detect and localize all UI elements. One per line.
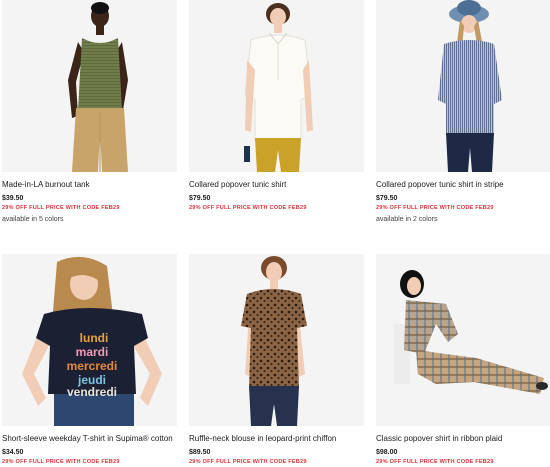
product-price: $79.50	[376, 195, 398, 202]
product-price: $98.00	[376, 449, 398, 456]
product-grid: Made-in-LA burnout tank $39.50 29% OFF F…	[0, 0, 550, 467]
product-image[interactable]	[189, 254, 364, 426]
model-photo: lundi mardi mercredi jeudi vendredi	[2, 254, 177, 426]
product-card[interactable]: Made-in-LA burnout tank $39.50 29% OFF F…	[2, 0, 177, 224]
product-card[interactable]: Ruffle-neck blouse in leopard-print chif…	[189, 254, 364, 466]
product-name[interactable]: Collared popover tunic shirt in stripe	[376, 180, 550, 190]
product-image[interactable]	[189, 0, 364, 172]
promo-text: 29% OFF FULL PRICE WITH CODE FEB29	[2, 205, 120, 211]
promo-text: 29% OFF FULL PRICE WITH CODE FEB29	[189, 459, 307, 465]
product-card[interactable]: Classic popover shirt in ribbon plaid $9…	[376, 254, 550, 466]
product-image[interactable]	[376, 0, 550, 172]
tee-word: mercredi	[67, 359, 118, 373]
model-photo	[189, 0, 364, 172]
product-name[interactable]: Classic popover shirt in ribbon plaid	[376, 434, 550, 444]
tee-word: vendredi	[67, 385, 117, 399]
product-card[interactable]: Collared popover tunic shirt in stripe $…	[376, 0, 550, 224]
color-availability[interactable]: available in 5 colors	[2, 215, 177, 224]
color-availability[interactable]: available in 2 colors	[376, 215, 550, 224]
model-photo	[376, 0, 550, 172]
product-image[interactable]: lundi mardi mercredi jeudi vendredi	[2, 254, 177, 426]
promo-text: 29% OFF FULL PRICE WITH CODE FEB29	[189, 205, 307, 211]
model-photo	[376, 254, 550, 426]
product-price: $39.50	[2, 195, 24, 202]
product-price: $79.50	[189, 195, 211, 202]
model-photo	[189, 254, 364, 426]
promo-text: 29% OFF FULL PRICE WITH CODE FEB29	[376, 205, 494, 211]
product-name[interactable]: Ruffle-neck blouse in leopard-print chif…	[189, 434, 364, 444]
product-name[interactable]: Short-sleeve weekday T-shirt in Supima® …	[2, 434, 177, 444]
product-name[interactable]: Collared popover tunic shirt	[189, 180, 364, 190]
product-image[interactable]	[2, 0, 177, 172]
promo-text: 29% OFF FULL PRICE WITH CODE FEB29	[376, 459, 494, 465]
product-card[interactable]: lundi mardi mercredi jeudi vendredi Shor…	[2, 254, 177, 466]
model-photo	[2, 0, 177, 172]
product-name[interactable]: Made-in-LA burnout tank	[2, 180, 177, 190]
tee-word: lundi	[80, 331, 109, 345]
tee-word: mardi	[76, 345, 109, 359]
product-price: $89.50	[189, 449, 211, 456]
product-card[interactable]: Collared popover tunic shirt $79.50 29% …	[189, 0, 364, 212]
promo-text: 29% OFF FULL PRICE WITH CODE FEB29	[2, 459, 120, 465]
product-image[interactable]	[376, 254, 550, 426]
product-price: $34.50	[2, 449, 24, 456]
